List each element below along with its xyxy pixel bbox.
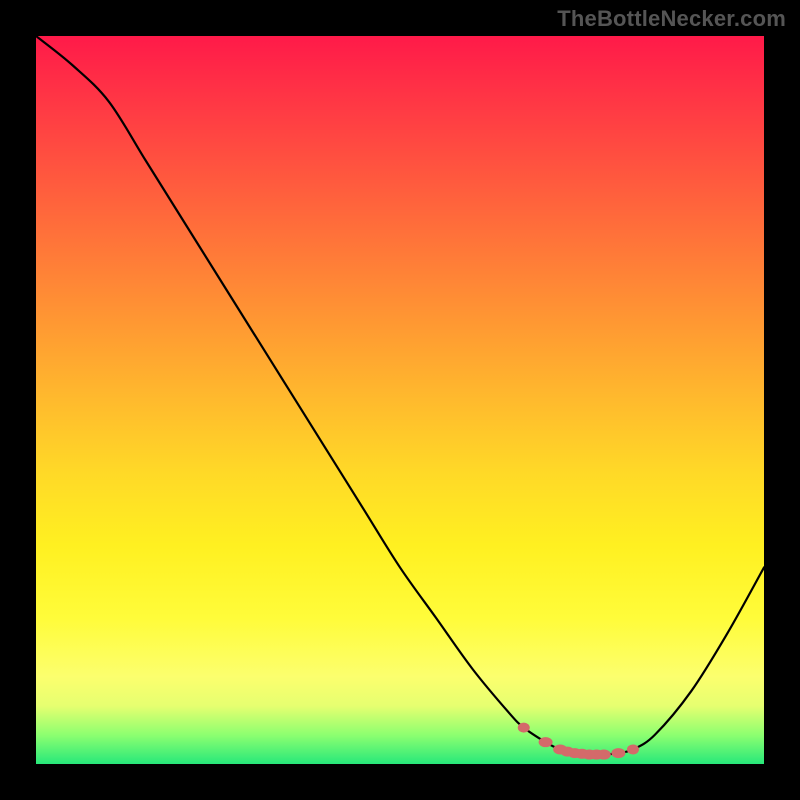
optimal-marker <box>597 750 611 760</box>
optimal-markers <box>518 723 639 760</box>
bottleneck-curve <box>36 36 764 755</box>
optimal-marker <box>627 744 639 754</box>
optimal-marker <box>611 748 625 758</box>
optimal-marker <box>518 723 530 733</box>
watermark-text: TheBottleNecker.com <box>557 6 786 32</box>
optimal-marker <box>539 737 553 747</box>
chart-svg <box>36 36 764 764</box>
